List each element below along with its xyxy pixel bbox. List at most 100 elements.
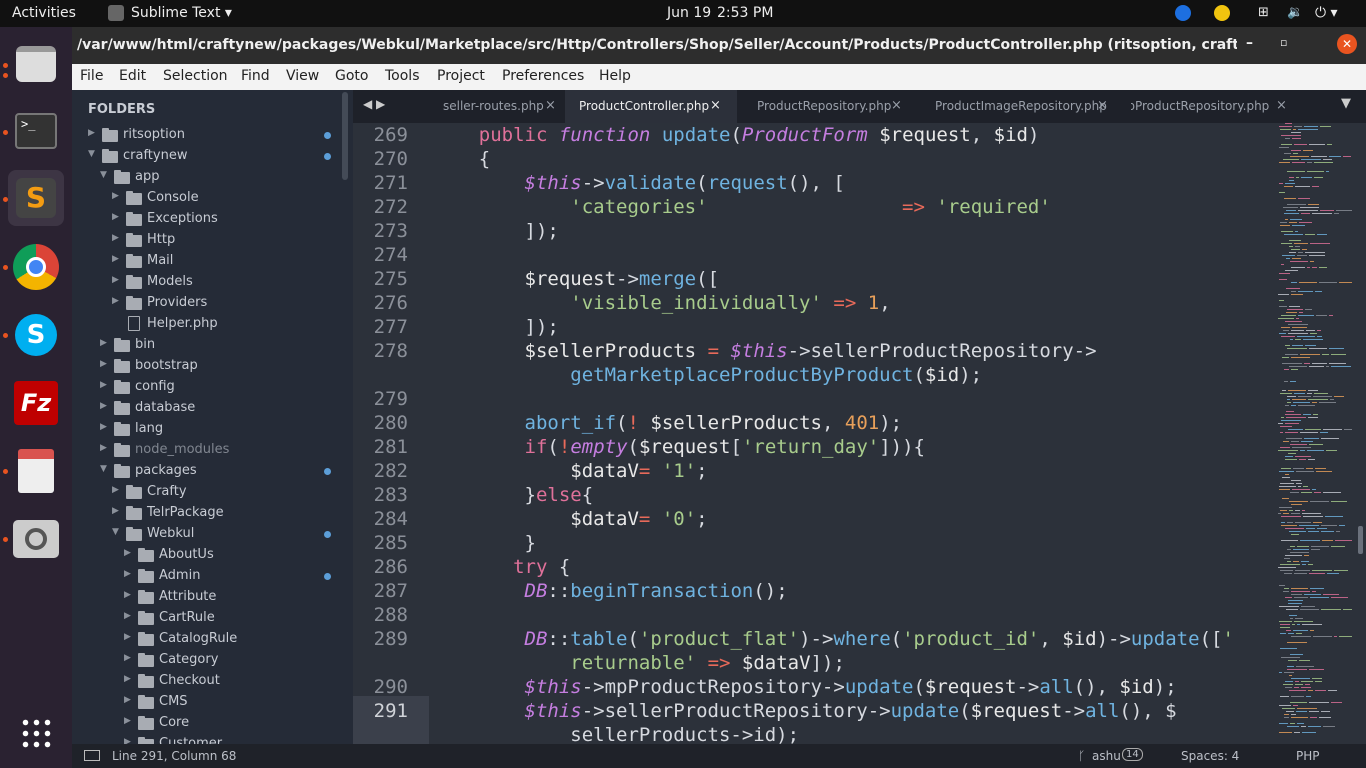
folder-item[interactable]: ▶ node_modules xyxy=(72,440,353,461)
chevron-down-icon[interactable]: ▼ xyxy=(112,527,119,537)
sublime-text-icon[interactable]: S xyxy=(8,170,64,226)
code-editor[interactable]: 269 270 271 272 273 274 275 276 277 278 279 280 281 2… xyxy=(353,123,1366,744)
chevron-right-icon[interactable]: ▶ xyxy=(124,674,131,684)
image-viewer-icon[interactable] xyxy=(8,511,64,567)
chevron-right-icon[interactable]: ▶ xyxy=(124,716,131,726)
chrome-icon[interactable] xyxy=(8,239,64,295)
close-icon[interactable]: ✕ xyxy=(1337,34,1357,54)
folder-item[interactable]: ▶ Console xyxy=(72,188,353,209)
close-icon[interactable]: × xyxy=(710,98,721,113)
folder-item[interactable]: ▶ CartRule xyxy=(72,608,353,629)
chevron-right-icon[interactable]: ▶ xyxy=(112,254,119,264)
chevron-right-icon[interactable]: ▶ xyxy=(112,296,119,306)
folder-item[interactable]: ▶ Models xyxy=(72,272,353,293)
folder-item[interactable]: ▶ Crafty xyxy=(72,482,353,503)
chevron-right-icon[interactable]: ▶ xyxy=(112,212,119,222)
power-icon[interactable]: ⏻ ▾ xyxy=(1315,5,1338,21)
folder-item[interactable]: ▶ Category xyxy=(72,650,353,671)
folder-item[interactable]: ▶ lang xyxy=(72,419,353,440)
menu-goto[interactable]: Goto xyxy=(335,68,368,84)
clock-time[interactable]: 2:53 PM xyxy=(717,5,773,21)
app-grid-icon[interactable] xyxy=(8,705,64,761)
syntax-setting[interactable]: PHP xyxy=(1296,749,1320,763)
tab-mp-product-repository[interactable]: MpProductRepository.php × xyxy=(1131,90,1295,123)
folder-item[interactable]: ▶ Http xyxy=(72,230,353,251)
folder-item[interactable]: ▶ Core xyxy=(72,713,353,734)
menu-find[interactable]: Find xyxy=(241,68,270,84)
folder-item[interactable]: ▶ bin xyxy=(72,335,353,356)
chevron-right-icon[interactable]: ▶ xyxy=(124,569,131,579)
folder-item[interactable]: ▶ Checkout xyxy=(72,671,353,692)
chevron-right-icon[interactable]: ▶ xyxy=(112,485,119,495)
chevron-down-icon[interactable]: ▼ xyxy=(100,464,107,474)
close-icon[interactable]: × xyxy=(1097,98,1108,113)
folder-item[interactable]: ▶ database xyxy=(72,398,353,419)
chevron-down-icon[interactable]: ▼ xyxy=(100,170,107,180)
activities-button[interactable]: Activities xyxy=(12,5,76,21)
chevron-right-icon[interactable]: ▶ xyxy=(112,506,119,516)
clock-date[interactable]: Jun 19 xyxy=(667,5,711,21)
git-branch[interactable]: ashu xyxy=(1092,749,1121,763)
console-toggle-icon[interactable] xyxy=(84,750,100,761)
minimize-icon[interactable]: – xyxy=(1246,35,1253,51)
chevron-right-icon[interactable]: ▶ xyxy=(124,695,131,705)
maximize-icon[interactable]: ▫ xyxy=(1280,36,1287,49)
folder-item[interactable]: ▶ CMS xyxy=(72,692,353,713)
folder-item[interactable]: ▶ config xyxy=(72,377,353,398)
folder-item[interactable]: ▶ Admin xyxy=(72,566,353,587)
files-icon[interactable] xyxy=(8,36,64,92)
folder-item[interactable]: ▶ Exceptions xyxy=(72,209,353,230)
chevron-right-icon[interactable]: ▶ xyxy=(100,359,107,369)
folder-item[interactable]: ▶ AboutUs xyxy=(72,545,353,566)
folder-item[interactable]: ▶ Attribute xyxy=(72,587,353,608)
file-item[interactable]: Helper.php xyxy=(72,314,353,335)
chevron-right-icon[interactable]: ▶ xyxy=(124,611,131,621)
volume-icon[interactable]: 🔉 xyxy=(1287,5,1303,20)
teamviewer-icon[interactable] xyxy=(1175,5,1191,21)
folder-item[interactable]: ▼ Webkul xyxy=(72,524,353,545)
menu-preferences[interactable]: Preferences xyxy=(502,68,584,84)
folder-item[interactable]: ▶ Customer xyxy=(72,734,353,744)
close-icon[interactable]: × xyxy=(1276,98,1287,113)
menu-view[interactable]: View xyxy=(286,68,319,84)
chevron-down-icon[interactable]: ▼ xyxy=(88,149,95,159)
folder-item[interactable]: ▼ craftynew xyxy=(72,146,353,167)
folder-item[interactable]: ▼ packages xyxy=(72,461,353,482)
tab-product-image-repository[interactable]: ProductImageRepository.php × xyxy=(915,90,1110,123)
filezilla-icon[interactable]: Fz xyxy=(8,375,64,431)
folder-item[interactable]: ▼ app xyxy=(72,167,353,188)
chevron-right-icon[interactable]: ▶ xyxy=(124,548,131,558)
chevron-right-icon[interactable]: ▶ xyxy=(124,632,131,642)
app-menu-button[interactable]: Sublime Text ▾ xyxy=(131,5,232,21)
folder-item[interactable]: ▶ Providers xyxy=(72,293,353,314)
close-icon[interactable]: × xyxy=(545,98,556,113)
chevron-right-icon[interactable]: ▶ xyxy=(112,275,119,285)
network-icon[interactable]: ⊞ xyxy=(1258,5,1269,20)
document-viewer-icon[interactable] xyxy=(8,443,64,499)
tab-nav-arrows[interactable]: ◀ ▶ xyxy=(363,97,385,111)
title-bar[interactable]: /var/www/html/craftynew/packages/Webkul/… xyxy=(72,27,1366,64)
chevron-right-icon[interactable]: ▶ xyxy=(100,401,107,411)
chevron-right-icon[interactable]: ▶ xyxy=(124,653,131,663)
folder-item[interactable]: ▶ ritsoption xyxy=(72,125,353,146)
notification-icon[interactable] xyxy=(1214,5,1230,21)
menu-help[interactable]: Help xyxy=(599,68,631,84)
tab-product-repository[interactable]: ProductRepository.php × xyxy=(737,90,907,123)
chevron-right-icon[interactable]: ▶ xyxy=(112,191,119,201)
menu-tools[interactable]: Tools xyxy=(385,68,420,84)
chevron-right-icon[interactable]: ▶ xyxy=(100,338,107,348)
tab-product-controller[interactable]: ProductController.php × xyxy=(565,90,737,123)
folder-item[interactable]: ▶ CatalogRule xyxy=(72,629,353,650)
skype-icon[interactable]: S xyxy=(8,307,64,363)
chevron-right-icon[interactable]: ▶ xyxy=(112,233,119,243)
folder-item[interactable]: ▶ bootstrap xyxy=(72,356,353,377)
terminal-icon[interactable]: >_ xyxy=(8,103,64,159)
folder-item[interactable]: ▶ Mail xyxy=(72,251,353,272)
menu-project[interactable]: Project xyxy=(437,68,485,84)
vertical-scrollbar[interactable] xyxy=(1357,123,1364,744)
chevron-right-icon[interactable]: ▶ xyxy=(100,422,107,432)
indentation-setting[interactable]: Spaces: 4 xyxy=(1181,749,1239,763)
chevron-right-icon[interactable]: ▶ xyxy=(124,737,131,744)
chevron-right-icon[interactable]: ▶ xyxy=(88,128,95,138)
menu-edit[interactable]: Edit xyxy=(119,68,146,84)
